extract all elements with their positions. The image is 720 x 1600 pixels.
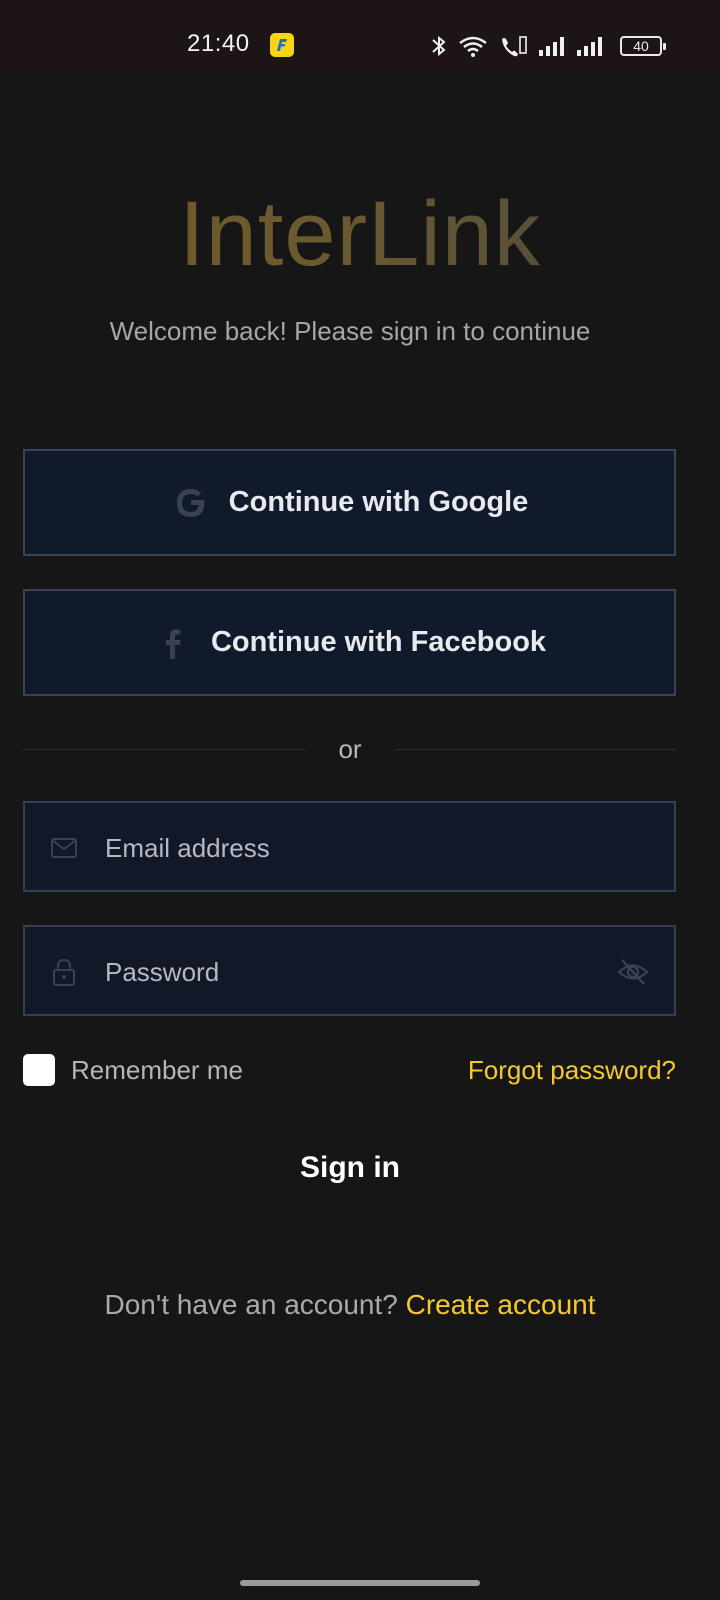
email-field[interactable]: Email address [23, 801, 676, 892]
continue-with-facebook-button[interactable]: Continue with Facebook [23, 589, 676, 696]
google-icon [171, 483, 211, 523]
app-logo: InterLink [0, 182, 720, 287]
email-placeholder: Email address [105, 833, 270, 863]
home-indicator[interactable] [240, 1580, 480, 1586]
password-placeholder: Password [105, 957, 220, 987]
app-badge-icon [270, 33, 294, 57]
signal-icon [539, 37, 564, 56]
status-icons [430, 34, 610, 58]
or-divider-label: or [305, 730, 395, 768]
forgot-password-link[interactable]: Forgot password? [468, 1055, 676, 1086]
facebook-icon [153, 623, 193, 663]
google-button-label: Continue with Google [228, 486, 529, 518]
create-account-link[interactable]: Create account [406, 1289, 596, 1320]
create-account-row: Don't have an account? Create account [0, 1289, 700, 1321]
bluetooth-icon [432, 35, 446, 57]
call-icon [502, 36, 527, 57]
signal-icon [577, 37, 602, 56]
no-account-text: Don't have an account? [104, 1289, 406, 1320]
remember-me-label[interactable]: Remember me [71, 1055, 243, 1086]
welcome-subtitle: Welcome back! Please sign in to continue [109, 316, 591, 346]
status-bar: 21:40 40 [0, 0, 720, 70]
wifi-icon [459, 36, 487, 57]
eye-off-icon[interactable] [616, 955, 650, 989]
mail-icon [49, 833, 79, 863]
status-time: 21:40 [187, 30, 250, 57]
sign-in-button[interactable]: Sign in [0, 1151, 700, 1185]
remember-me-checkbox[interactable] [23, 1054, 55, 1086]
lock-icon [49, 957, 79, 987]
battery-icon: 40 [620, 36, 666, 56]
continue-with-google-button[interactable]: Continue with Google [23, 449, 676, 556]
facebook-button-label: Continue with Facebook [210, 626, 547, 658]
password-field[interactable]: Password [23, 925, 676, 1016]
